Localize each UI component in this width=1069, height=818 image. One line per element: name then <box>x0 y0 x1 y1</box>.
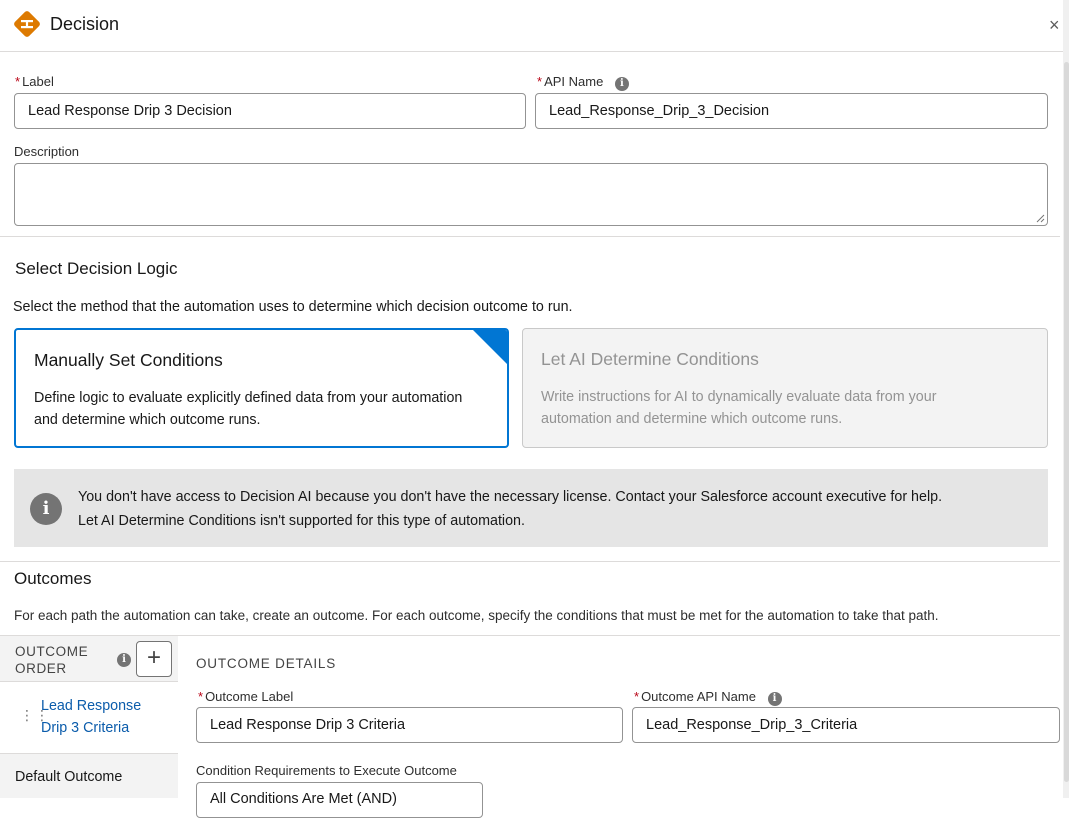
api-name-input-value: Lead_Response_Drip_3_Decision <box>549 103 770 119</box>
license-notice: i You don't have access to Decision AI b… <box>14 469 1048 547</box>
outcome-item-label: Lead Response Drip 3 Criteria <box>41 695 141 739</box>
label-text: Label <box>22 74 54 89</box>
outcome-order-heading-line: ORDER <box>15 661 67 676</box>
decision-logic-title: Select Decision Logic <box>15 259 178 278</box>
scrollbar-thumb[interactable] <box>1064 62 1069 782</box>
close-icon[interactable]: × <box>1049 14 1060 36</box>
label-field-label: * Label <box>15 74 54 89</box>
option-ai-conditions[interactable]: Let AI Determine Conditions Write instru… <box>522 328 1048 448</box>
modal-title: Decision <box>50 14 120 34</box>
default-outcome-label: Default Outcome <box>15 769 123 785</box>
divider <box>0 236 1060 237</box>
info-icon: i <box>30 493 62 525</box>
modal-header: Decision × <box>0 0 1063 52</box>
outcome-api-name-text: Outcome API Name <box>641 689 756 704</box>
condition-requirements-select[interactable]: All Conditions Are Met (AND) <box>196 782 483 818</box>
option-description-line: automation and determine which outcome r… <box>541 411 843 427</box>
option-title: Manually Set Conditions <box>34 350 223 370</box>
condition-requirements-value: All Conditions Are Met (AND) <box>210 791 397 807</box>
add-outcome-button[interactable]: + <box>136 641 172 677</box>
label-input-value: Lead Response Drip 3 Decision <box>28 103 232 119</box>
outcome-label-input[interactable]: Lead Response Drip 3 Criteria <box>196 707 623 743</box>
info-icon[interactable]: i <box>117 653 131 667</box>
resize-handle-icon[interactable] <box>1036 214 1045 223</box>
selected-corner-icon <box>473 330 507 364</box>
default-outcome-item[interactable]: Default Outcome <box>0 754 178 798</box>
decision-diamond-icon <box>14 11 40 37</box>
outcome-label-input-value: Lead Response Drip 3 Criteria <box>210 717 406 733</box>
option-description-line: Write instructions for AI to dynamically… <box>541 389 937 405</box>
outcomes-title: Outcomes <box>14 569 92 588</box>
outcome-details-heading: OUTCOME DETAILS <box>196 656 337 671</box>
option-description-line: Define logic to evaluate explicitly defi… <box>34 390 463 406</box>
outcome-label-text: Outcome Label <box>205 689 294 704</box>
info-icon[interactable]: i <box>614 77 629 91</box>
outcome-order-panel: OUTCOME ORDER i + ⋮⋮ Lead Response Drip … <box>0 636 178 798</box>
description-field-label: Description <box>14 144 80 159</box>
api-name-input[interactable]: Lead_Response_Drip_3_Decision <box>535 93 1048 129</box>
option-description: Define logic to evaluate explicitly defi… <box>34 387 489 431</box>
decision-logic-description: Select the method that the automation us… <box>13 299 573 315</box>
outcome-list-item[interactable]: ⋮⋮ Lead Response Drip 3 Criteria <box>0 682 178 754</box>
option-description: Write instructions for AI to dynamically… <box>541 386 1029 430</box>
required-indicator: * <box>634 689 640 704</box>
api-name-text: API Name <box>544 74 604 89</box>
divider <box>0 561 1060 562</box>
outcome-order-header: OUTCOME ORDER i + <box>0 636 178 682</box>
description-textarea[interactable] <box>14 163 1048 226</box>
option-manual-conditions[interactable]: Manually Set Conditions Define logic to … <box>14 328 509 448</box>
option-description-line: and determine which outcome runs. <box>34 412 261 428</box>
outcome-order-heading-line: OUTCOME <box>15 644 89 659</box>
required-indicator: * <box>198 689 204 704</box>
outcome-api-name-field-label: * Outcome API Name i <box>634 689 782 706</box>
label-input[interactable]: Lead Response Drip 3 Decision <box>14 93 526 129</box>
outcome-api-name-input-value: Lead_Response_Drip_3_Criteria <box>646 717 858 733</box>
info-icon[interactable]: i <box>767 692 782 706</box>
outcome-item-label-line: Drip 3 Criteria <box>41 720 130 736</box>
outcome-api-name-input[interactable]: Lead_Response_Drip_3_Criteria <box>632 707 1060 743</box>
notice-line: You don't have access to Decision AI bec… <box>78 489 943 505</box>
notice-text: You don't have access to Decision AI bec… <box>78 485 942 533</box>
required-indicator: * <box>15 74 21 89</box>
api-name-field-label: * API Name i <box>537 74 629 91</box>
notice-line: Let AI Determine Conditions isn't suppor… <box>78 513 525 529</box>
option-title: Let AI Determine Conditions <box>541 349 759 369</box>
outcomes-description: For each path the automation can take, c… <box>14 608 939 623</box>
condition-requirements-label: Condition Requirements to Execute Outcom… <box>196 763 457 778</box>
outcome-label-field-label: * Outcome Label <box>198 689 293 704</box>
required-indicator: * <box>537 74 543 89</box>
outcome-item-label-line: Lead Response <box>41 698 142 714</box>
outcome-order-heading: OUTCOME ORDER <box>15 643 88 677</box>
